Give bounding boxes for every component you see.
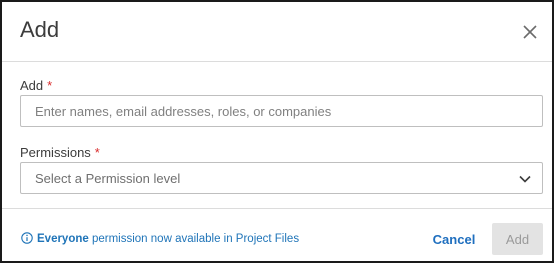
- info-bold-text: Everyone: [37, 233, 89, 245]
- add-people-input[interactable]: [20, 95, 543, 127]
- info-icon: [21, 232, 33, 244]
- add-field-label-text: Add: [20, 78, 44, 93]
- dialog-footer: Everyone permission now available in Pro…: [2, 208, 552, 263]
- dialog-header: Add: [2, 2, 552, 62]
- required-marker: *: [94, 145, 100, 160]
- permission-level-select[interactable]: Select a Permission level: [20, 162, 543, 194]
- cancel-button[interactable]: Cancel: [428, 226, 480, 252]
- add-button[interactable]: Add: [492, 223, 543, 255]
- permissions-label-text: Permissions: [20, 145, 91, 160]
- everyone-permission-info: Everyone permission now available in Pro…: [21, 232, 299, 245]
- add-dialog: Add Add* Permissions* Select a Permissio…: [0, 0, 554, 263]
- add-field-label: Add *: [20, 78, 52, 93]
- permissions-field-label: Permissions *: [20, 145, 100, 160]
- chevron-down-icon: [519, 175, 531, 183]
- required-marker: *: [47, 78, 53, 93]
- close-icon[interactable]: [519, 21, 541, 43]
- dialog-title: Add: [20, 17, 60, 42]
- permission-select-value: Select a Permission level: [35, 171, 181, 186]
- info-text: permission now available in Project File…: [88, 233, 300, 245]
